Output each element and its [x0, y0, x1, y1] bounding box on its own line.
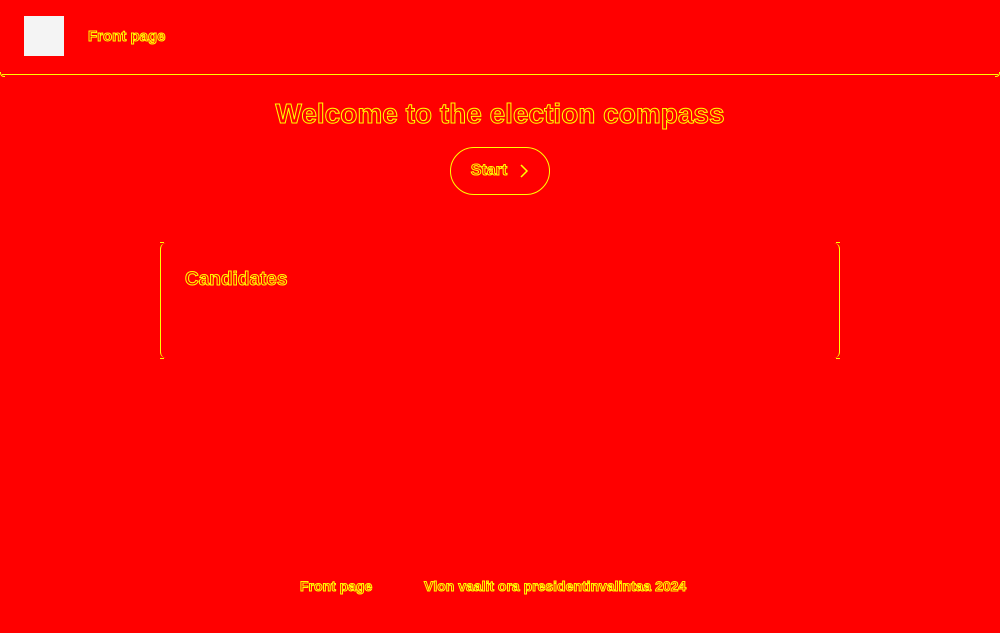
header: Front page: [0, 0, 1000, 77]
header-divider: [0, 72, 1000, 77]
chevron-right-icon: [520, 164, 529, 178]
start-button-label: Start: [470, 162, 508, 180]
card-corner: [836, 352, 840, 359]
candidates-card[interactable]: Candidates: [160, 242, 840, 359]
footer-front-page-link[interactable]: Front page: [299, 576, 372, 596]
card-corner: [160, 352, 164, 359]
page: Front page Welcome to the election compa…: [0, 0, 1000, 633]
app-logo[interactable]: [24, 16, 64, 56]
header-front-page-link[interactable]: Front page: [88, 27, 166, 47]
card-corner: [160, 242, 164, 249]
footer-election-link[interactable]: Vlon vaalit ora presidentinvalintaa 2024: [423, 576, 686, 596]
card-corner: [836, 242, 840, 249]
start-button[interactable]: Start: [450, 147, 550, 195]
candidates-heading: Candidates: [184, 269, 288, 291]
page-title: Welcome to the election compass: [275, 98, 725, 130]
footer: Front page Vlon vaalit ora presidentinva…: [0, 576, 1000, 596]
